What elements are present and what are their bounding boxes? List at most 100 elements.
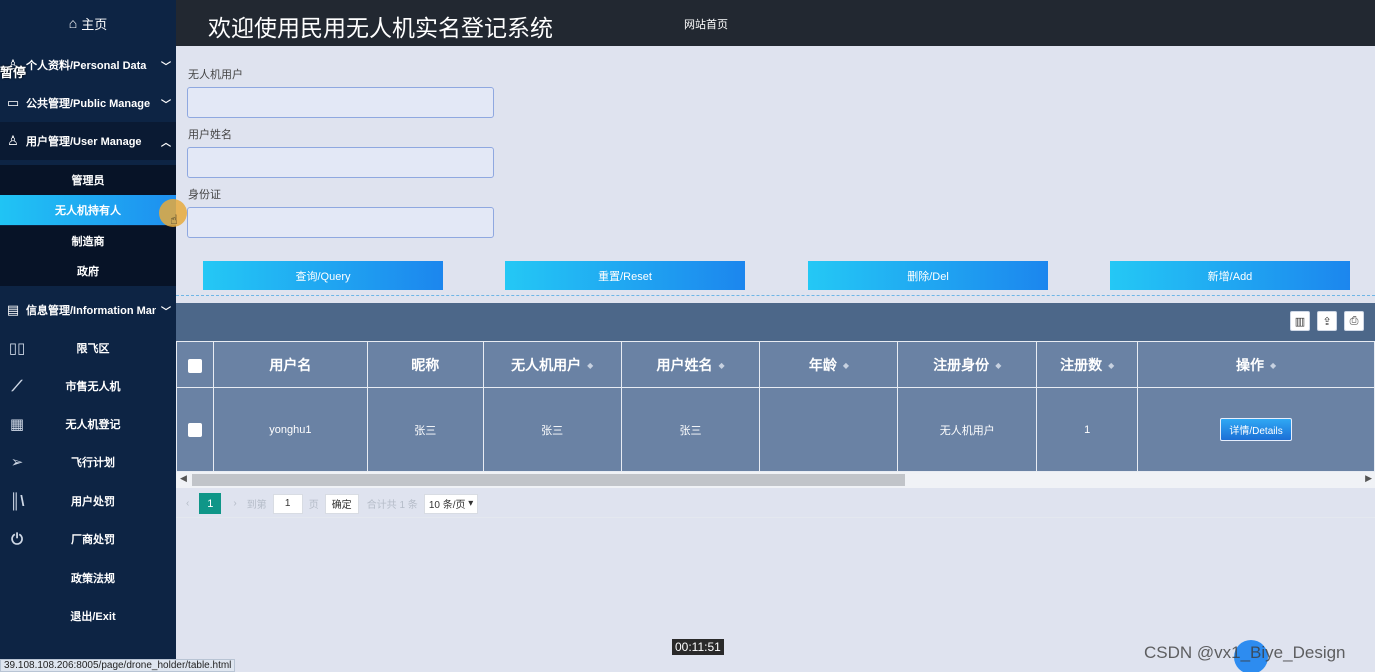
column-header: 用户名 [212, 341, 368, 388]
cell-count: 1 [1036, 387, 1139, 472]
page-jump-input[interactable] [272, 493, 303, 514]
sort-icon[interactable]: ◆ [843, 361, 849, 370]
column-header[interactable]: 年龄 ◆ [759, 341, 899, 388]
table-row: yonghu1 张三 张三 张三 无人机用户 1 详情/Details [176, 387, 1375, 472]
page-size-value: 10 条/页 [428, 500, 466, 511]
cell-age [759, 387, 899, 472]
header: 欢迎使用民用无人机实名登记系统 网站首页 [176, 0, 1375, 46]
row-checkbox[interactable] [187, 422, 202, 437]
nav-flight-plan[interactable]: ➢ 飞行计划 [0, 443, 176, 481]
nav-exit[interactable]: 退出/Exit [0, 597, 176, 635]
details-button[interactable]: 详情/Details [1220, 418, 1292, 441]
nav-exit-label: 退出/Exit [70, 611, 116, 623]
cell-real-name: 张三 [620, 387, 761, 472]
total-count: 合计共 1 条 [366, 500, 418, 511]
column-actions: 操作 [1235, 356, 1264, 373]
power-icon: ⏻ [11, 530, 23, 548]
add-button[interactable]: 新增/Add [1110, 261, 1350, 290]
chevron-down-icon: ﹀ [161, 306, 171, 318]
column-header[interactable]: 用户姓名 ◆ [620, 341, 761, 388]
sub-item-drone-holder[interactable]: 无人机持有人 [0, 195, 176, 225]
nav-flight-plan-label: 飞行计划 [71, 457, 115, 469]
sort-icon[interactable]: ◆ [718, 361, 724, 370]
column-header[interactable]: 注册数 ◆ [1036, 341, 1139, 388]
divider [176, 295, 1375, 296]
export-icon[interactable]: ⇪ [1317, 311, 1337, 331]
menu-information-manage[interactable]: ▤ 信息管理/Information Manage ﹀ [0, 291, 176, 329]
column-count: 注册数 [1060, 356, 1103, 373]
monitor-icon: ▭ [6, 95, 20, 110]
divider [176, 517, 1375, 518]
sub-item-manufacturer[interactable]: 制造商 [0, 226, 176, 256]
sort-icon[interactable]: ◆ [1270, 361, 1276, 370]
chevron-down-icon: ﹀ [161, 99, 171, 111]
prev-page-icon[interactable]: ‹ [186, 498, 189, 509]
nav-policies[interactable]: 政策法规 [0, 559, 176, 597]
scroll-left-icon[interactable]: ◀ [180, 473, 187, 484]
page-size-select[interactable]: 10 条/页 ▾ [423, 493, 479, 514]
query-button[interactable]: 查询/Query [203, 261, 443, 290]
sort-icon[interactable]: ◆ [1108, 361, 1114, 370]
sub-item-government[interactable]: 政府 [0, 256, 176, 286]
id-card-input[interactable] [187, 207, 494, 238]
menu-user-manage[interactable]: ♙ 用户管理/User Manage ︿ [0, 122, 176, 160]
id-card-label: 身份证 [188, 189, 221, 201]
print-icon[interactable]: ⎙ [1344, 311, 1364, 331]
next-page-icon[interactable]: › [233, 498, 236, 509]
page-jump-confirm-button[interactable]: 确定 [324, 493, 359, 514]
nav-no-fly-zone[interactable]: ▯▯ 限飞区 [0, 329, 176, 367]
real-name-input[interactable] [187, 147, 494, 178]
menu-personal-data[interactable]: ♙ 个人资料/Personal Data ﹀ [0, 46, 176, 84]
chevron-up-icon: ︿ [161, 137, 171, 149]
delete-button[interactable]: 删除/Del [808, 261, 1048, 290]
select-all-checkbox[interactable] [187, 358, 202, 373]
grid-icon: ▦ [9, 416, 25, 433]
menu-public-manage-label: 公共管理/Public Manage [26, 98, 151, 110]
column-header[interactable]: 注册身份 ◆ [897, 341, 1038, 388]
cell-drone-user: 张三 [482, 387, 622, 472]
drone-user-input[interactable] [187, 87, 494, 118]
scroll-right-icon[interactable]: ▶ [1365, 473, 1372, 484]
user-icon: ♙ [7, 133, 19, 148]
column-nickname: 昵称 [411, 356, 440, 373]
horizontal-scrollbar[interactable]: ◀ ▶ [176, 472, 1375, 488]
page-unit-label: 页 [308, 500, 319, 511]
sub-item-admin[interactable]: 管理员 [0, 165, 176, 195]
nav-user-penalty-label: 用户处罚 [71, 496, 115, 508]
real-name-label: 用户姓名 [188, 129, 232, 141]
column-age: 年龄 [808, 356, 837, 373]
pagination: ‹ 1 › 到第 页 确定 合计共 1 条 10 条/页 ▾ [186, 493, 479, 514]
sort-icon[interactable]: ◆ [995, 361, 1001, 370]
column-header[interactable]: 操作 ◆ [1137, 341, 1375, 388]
nav-vendor-penalty[interactable]: ⏻ 厂商处罚 [0, 520, 176, 558]
site-home-link[interactable]: 网站首页 [684, 16, 728, 32]
nav-user-penalty[interactable]: ║\ 用户处罚 [0, 482, 176, 520]
row-select-cell[interactable] [176, 387, 214, 472]
scrollbar-thumb[interactable] [192, 474, 905, 486]
column-username: 用户名 [269, 356, 312, 373]
chevron-down-icon: ﹀ [161, 61, 171, 73]
chevron-down-icon: ▾ [468, 498, 474, 509]
menu-public-manage[interactable]: ▭ 公共管理/Public Manage ﹀ [0, 84, 176, 122]
data-table: 用户名 昵称 无人机用户 ◆ 用户姓名 ◆ 年龄 ◆ 注册身份 ◆ 注册数 ◆ 操作 ◆ y… [176, 341, 1375, 472]
ruler-icon: ⟋ [11, 377, 23, 395]
watermark: CSDN @vx1_Biye_Design [1144, 643, 1346, 662]
nav-vendor-penalty-label: 厂商处罚 [71, 534, 115, 546]
nav-drones-on-sale[interactable]: ⟋ 市售无人机 [0, 367, 176, 405]
columns-filter-icon[interactable]: ▥ [1290, 311, 1310, 331]
reset-button[interactable]: 重置/Reset [505, 261, 745, 290]
drone-user-label: 无人机用户 [188, 69, 243, 81]
select-all-cell[interactable] [176, 341, 214, 388]
column-header[interactable]: 无人机用户 ◆ [482, 341, 622, 388]
home-icon: ⌂ [68, 15, 78, 31]
sort-icon[interactable]: ◆ [587, 361, 593, 370]
page-current[interactable]: 1 [199, 493, 222, 514]
nav-drones-on-sale-label: 市售无人机 [65, 381, 121, 393]
nav-drone-registration[interactable]: ▦ 无人机登记 [0, 405, 176, 443]
nav-no-fly-zone-label: 限飞区 [76, 343, 110, 355]
sidebar-home-label: 主页 [81, 16, 108, 32]
sidebar-home[interactable]: ⌂ 主页 [0, 0, 176, 46]
column-drone-user: 无人机用户 [511, 356, 582, 373]
status-bar-url: 39.108.108.206:8005/page/drone_holder/ta… [0, 659, 236, 672]
sidebar: ⌂ 主页 ♙ 个人资料/Personal Data ﹀ ▭ 公共管理/Publi… [0, 0, 176, 672]
